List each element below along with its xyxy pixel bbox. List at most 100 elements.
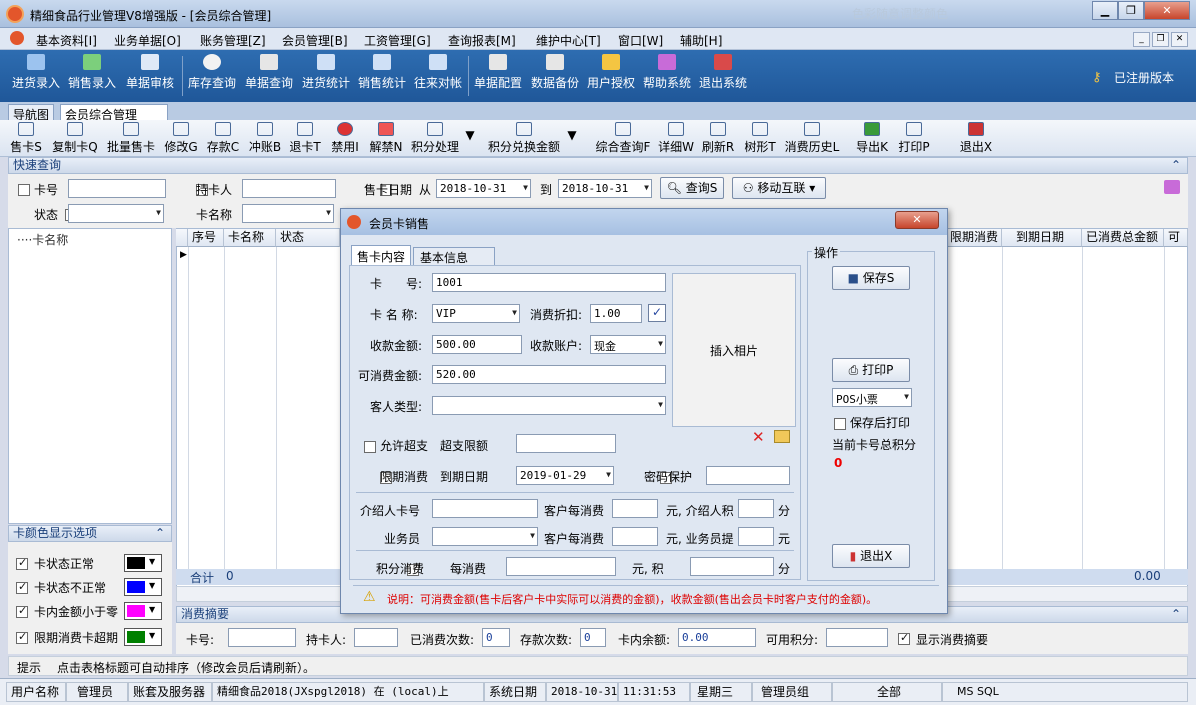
discount-input[interactable]: 1.00 <box>590 304 642 323</box>
tb-disable[interactable]: 禁用I <box>328 122 362 155</box>
menu-basic[interactable]: 基本资料[I] <box>36 32 97 49</box>
date-to-select[interactable]: 2018-10-31 <box>558 179 652 198</box>
menu-help[interactable]: 辅助[H] <box>680 32 722 49</box>
color-picker[interactable]: ▼ <box>124 602 162 620</box>
card-name-select[interactable]: VIP <box>432 304 520 323</box>
mdi-restore-button[interactable]: ❐ <box>1152 32 1169 47</box>
color-picker[interactable]: ▼ <box>124 628 162 646</box>
toolbar-help[interactable]: 帮助系统 <box>641 54 693 91</box>
tb-reverse[interactable]: 冲账B <box>248 122 282 155</box>
save-button[interactable]: ■ 保存S <box>832 266 910 290</box>
menu-member[interactable]: 会员管理[B] <box>282 32 348 49</box>
tb-history[interactable]: 消费历史L <box>782 122 842 155</box>
query-button[interactable]: 🔍︎ 查询S <box>660 177 724 199</box>
toolbar-doc-query[interactable]: 单据查询 <box>243 54 295 91</box>
mobile-button[interactable]: ⚇ 移动互联 ▾ <box>732 177 826 199</box>
tb-sell-card[interactable]: 售卡S <box>8 122 44 155</box>
salesman-select[interactable] <box>432 527 538 546</box>
tb-redeem[interactable]: 积分兑换金额 <box>486 122 562 155</box>
card-no-input[interactable]: 1001 <box>432 273 666 292</box>
referrer-input[interactable] <box>432 499 538 518</box>
tree-root[interactable]: ····卡名称 <box>17 231 68 248</box>
menu-reports[interactable]: 查询报表[M] <box>448 32 516 49</box>
discount-check-icon[interactable]: ✓ <box>648 304 666 322</box>
toolbar-account-check[interactable]: 往来对帐 <box>412 54 464 91</box>
status-select[interactable] <box>68 204 164 223</box>
col-header-more[interactable]: 可 <box>1164 229 1188 247</box>
date-from-select[interactable]: 2018-10-31 <box>436 179 531 198</box>
points-value-input[interactable] <box>690 557 774 576</box>
spendable-input[interactable]: 520.00 <box>432 365 666 384</box>
tb-deposit[interactable]: 存款C <box>206 122 240 155</box>
menu-finance[interactable]: 账务管理[Z] <box>200 32 266 49</box>
overdraft-checkbox[interactable] <box>364 440 376 453</box>
toolbar-sales-stats[interactable]: 销售统计 <box>356 54 408 91</box>
tab-sale-content[interactable]: 售卡内容 <box>351 245 411 265</box>
expire-date-select[interactable]: 2019-01-29 <box>516 466 614 485</box>
tb-points-dropdown[interactable]: ▼ <box>464 128 476 142</box>
tb-exit[interactable]: 退出X <box>958 122 994 155</box>
collapse-icon[interactable]: ⌃ <box>1171 158 1181 173</box>
toolbar-backup[interactable]: 数据备份 <box>529 54 581 91</box>
customer-type-select[interactable] <box>432 396 666 415</box>
close-button[interactable]: ✕ <box>1144 1 1190 20</box>
amount-input[interactable]: 500.00 <box>432 335 522 354</box>
open-folder-icon[interactable] <box>774 430 790 443</box>
color-picker[interactable]: ▼ <box>124 578 162 596</box>
tb-tree[interactable]: 树形T <box>742 122 778 155</box>
toolbar-doc-config[interactable]: 单据配置 <box>472 54 524 91</box>
print-button[interactable]: ⎙ 打印P <box>832 358 910 382</box>
overdraft-limit-input[interactable] <box>516 434 616 453</box>
collapse-icon[interactable]: ⌃ <box>1171 607 1181 622</box>
color-option-checkbox[interactable] <box>16 604 28 618</box>
tb-redeem-dropdown[interactable]: ▼ <box>566 128 578 142</box>
toolbar-sales-entry[interactable]: 销售录入 <box>66 54 118 91</box>
account-select[interactable]: 现金 <box>590 335 666 354</box>
toolbar-doc-audit[interactable]: 单据审核 <box>124 54 176 91</box>
col-header-expire[interactable]: 到期日期 <box>1002 229 1082 247</box>
toolbar-user-auth[interactable]: 用户授权 <box>585 54 637 91</box>
tab-basic-info[interactable]: 基本信息 <box>413 247 495 265</box>
tb-points[interactable]: 积分处理 <box>410 122 460 155</box>
tb-batch-sell[interactable]: 批量售卡 <box>106 122 156 155</box>
toolbar-stock-query[interactable]: 库存查询 <box>186 54 238 91</box>
password-input[interactable] <box>706 466 790 485</box>
holder-input[interactable] <box>242 179 336 198</box>
tb-refresh[interactable]: 刷新R <box>700 122 736 155</box>
points-spend-input[interactable] <box>506 557 616 576</box>
color-option-checkbox[interactable] <box>16 580 28 594</box>
mdi-minimize-button[interactable]: _ <box>1133 32 1150 47</box>
salesman-spend-input[interactable] <box>612 527 658 546</box>
delete-photo-icon[interactable]: ✕ <box>752 428 765 446</box>
col-header-total-spent[interactable]: 已消费总金额 <box>1082 229 1164 247</box>
mdi-close-button[interactable]: ✕ <box>1171 32 1188 47</box>
maximize-button[interactable]: ❐ <box>1118 1 1144 20</box>
exit-button[interactable]: ▮ 退出X <box>832 544 910 568</box>
referrer-points-input[interactable] <box>738 499 774 518</box>
card-name-select[interactable] <box>242 204 334 223</box>
show-summary-checkbox[interactable] <box>898 631 910 645</box>
menu-payroll[interactable]: 工资管理[G] <box>364 32 431 49</box>
tb-query[interactable]: 综合查询F <box>594 122 652 155</box>
dialog-close-button[interactable]: ✕ <box>895 211 939 229</box>
toolbar-exit[interactable]: 退出系统 <box>697 54 749 91</box>
tb-copy-card[interactable]: 复制卡Q <box>52 122 98 155</box>
color-picker[interactable]: ▼ <box>124 554 162 572</box>
referrer-spend-input[interactable] <box>612 499 658 518</box>
col-header-no[interactable]: 序号 <box>188 229 224 247</box>
salesman-commission-input[interactable] <box>738 527 774 546</box>
color-option-checkbox[interactable] <box>16 630 28 644</box>
col-header-limited[interactable]: 限期消费 <box>946 229 1002 247</box>
tb-modify[interactable]: 修改G <box>164 122 198 155</box>
print-type-select[interactable]: POS小票 <box>832 388 912 407</box>
tb-export[interactable]: 导出K <box>854 122 890 155</box>
tb-print[interactable]: 打印P <box>896 122 932 155</box>
print-after-save-checkbox[interactable] <box>834 417 846 430</box>
card-no-checkbox[interactable] <box>18 183 30 196</box>
photo-box[interactable]: 插入相片 <box>672 273 796 427</box>
toolbar-purchase-stats[interactable]: 进货统计 <box>300 54 352 91</box>
book-icon[interactable] <box>1164 180 1180 194</box>
color-option-checkbox[interactable] <box>16 556 28 570</box>
tb-detail[interactable]: 详细W <box>658 122 694 155</box>
tb-enable[interactable]: 解禁N <box>368 122 404 155</box>
